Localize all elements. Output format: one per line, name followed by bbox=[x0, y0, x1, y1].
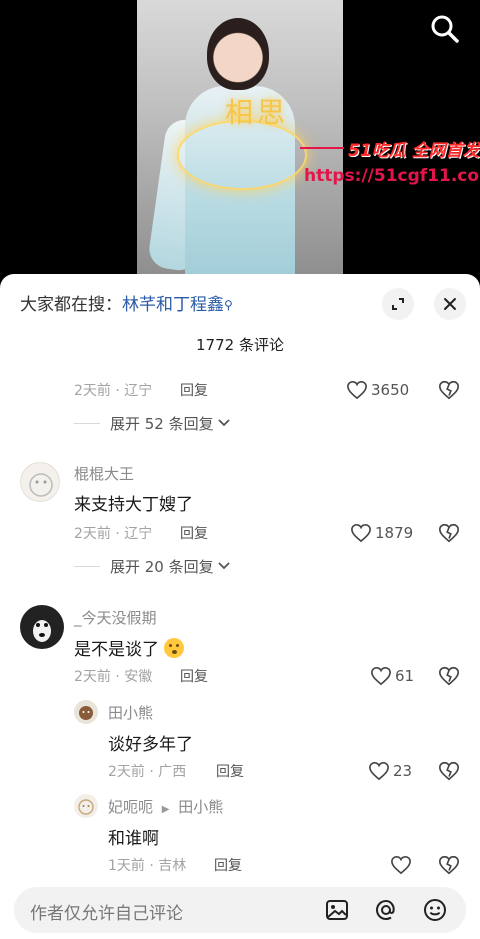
divider bbox=[74, 422, 100, 424]
reply-text: 谈好多年了 bbox=[108, 735, 193, 755]
heart-icon bbox=[371, 666, 391, 686]
watermark: 51吃瓜 全网首发 https://51cgf11.com bbox=[300, 134, 480, 194]
emoji-icon[interactable] bbox=[423, 898, 447, 922]
reply-author-line: 妃呃呃 ▶ 田小熊 bbox=[108, 796, 223, 817]
reply-target[interactable]: 田小熊 bbox=[178, 798, 223, 816]
broken-heart-icon[interactable] bbox=[438, 522, 460, 544]
expand-button[interactable] bbox=[382, 288, 414, 320]
close-button[interactable] bbox=[434, 288, 466, 320]
trending-search[interactable]: 大家都在搜：林芊和丁程鑫⚲ bbox=[20, 294, 233, 316]
avatar-drawing bbox=[78, 799, 94, 815]
image-icon[interactable] bbox=[325, 898, 349, 922]
reply-button[interactable]: 回复 bbox=[180, 523, 208, 543]
comment-text-body: 是不是谈了 bbox=[74, 640, 159, 660]
like-count: 61 bbox=[395, 667, 415, 685]
trending-keyword[interactable]: 林芊和丁程鑫 bbox=[122, 295, 224, 315]
broken-heart-icon[interactable] bbox=[438, 854, 460, 876]
broken-heart-icon[interactable] bbox=[438, 665, 460, 687]
comment-meta: 2天前 · 安徽 bbox=[74, 669, 153, 685]
like-button[interactable]: 61 bbox=[370, 665, 414, 687]
close-icon bbox=[444, 298, 456, 310]
comment-input-bar[interactable]: 作者仅允许自己评论 bbox=[14, 887, 466, 933]
reply-button[interactable]: 回复 bbox=[180, 666, 208, 686]
avatar[interactable] bbox=[74, 794, 98, 818]
expand-label: 展开 20 条回复 bbox=[110, 557, 214, 576]
reply-button[interactable]: 回复 bbox=[180, 380, 208, 400]
glow-ring bbox=[177, 120, 307, 190]
avatar[interactable] bbox=[20, 605, 64, 649]
watermark-url: https://51cgf11.com bbox=[304, 166, 480, 186]
reply-author[interactable]: 田小熊 bbox=[108, 702, 153, 723]
like-button[interactable]: 23 bbox=[368, 760, 412, 782]
reply-button[interactable]: 回复 bbox=[214, 855, 242, 875]
reply-meta: 2天前 · 广西 bbox=[108, 764, 187, 780]
like-count: 3650 bbox=[371, 381, 410, 399]
broken-heart-icon[interactable] bbox=[438, 760, 460, 782]
video-overlay-text: 相思 bbox=[225, 96, 290, 129]
heart-icon bbox=[369, 761, 389, 781]
divider bbox=[74, 565, 100, 567]
comment-sheet: 大家都在搜：林芊和丁程鑫⚲ 1772 条评论 bbox=[0, 274, 480, 939]
avatar[interactable] bbox=[74, 700, 98, 724]
like-count: 23 bbox=[393, 762, 413, 780]
avatar[interactable] bbox=[20, 462, 60, 502]
sheet-header: 大家都在搜：林芊和丁程鑫⚲ bbox=[0, 274, 480, 334]
expand-replies[interactable]: 展开 52 条回复 bbox=[74, 413, 230, 433]
reply-meta: 1天前 · 吉林 bbox=[108, 858, 187, 874]
comment-count: 1772 条评论 bbox=[196, 336, 284, 354]
comment-author[interactable]: 棍棍大王 bbox=[74, 463, 134, 484]
like-button[interactable]: 1879 bbox=[350, 522, 413, 544]
comment-author[interactable]: _今天没假期 bbox=[74, 607, 157, 628]
broken-heart-icon[interactable] bbox=[438, 379, 460, 401]
figure-head bbox=[207, 18, 269, 90]
expand-icon bbox=[392, 298, 404, 310]
expand-replies[interactable]: 展开 20 条回复 bbox=[74, 556, 230, 576]
expand-label: 展开 52 条回复 bbox=[110, 414, 214, 433]
at-icon[interactable] bbox=[374, 898, 398, 922]
reply-button[interactable]: 回复 bbox=[216, 761, 244, 781]
avatar-drawing bbox=[29, 473, 53, 497]
avatar-drawing bbox=[33, 620, 51, 642]
comment-input-placeholder[interactable]: 作者仅允许自己评论 bbox=[30, 899, 183, 924]
search-small-icon: ⚲ bbox=[224, 298, 233, 312]
avatar-drawing bbox=[79, 706, 93, 720]
heart-icon bbox=[351, 523, 371, 543]
comment-text: 是不是谈了 bbox=[74, 635, 185, 660]
search-icon bbox=[431, 15, 459, 43]
play-arrow-icon: ▶ bbox=[161, 804, 170, 815]
heart-icon bbox=[347, 380, 367, 400]
search-button[interactable] bbox=[428, 12, 462, 46]
like-count: 1879 bbox=[375, 524, 414, 542]
heart-icon[interactable] bbox=[390, 855, 412, 875]
thinking-emoji-icon bbox=[164, 638, 185, 658]
watermark-arrow bbox=[300, 147, 344, 149]
like-button[interactable]: 3650 bbox=[346, 379, 409, 401]
comment-text: 来支持大丁嫂了 bbox=[74, 495, 193, 515]
chevron-down-icon bbox=[217, 562, 230, 570]
reply-author[interactable]: 妃呃呃 bbox=[108, 798, 153, 816]
comment-meta: 2天前 · 辽宁 bbox=[74, 383, 153, 399]
chevron-down-icon bbox=[217, 419, 230, 427]
reply-text: 和谁啊 bbox=[108, 829, 159, 849]
watermark-brand: 51吃瓜 全网首发 bbox=[348, 141, 480, 161]
comment-meta: 2天前 · 辽宁 bbox=[74, 526, 153, 542]
trending-prefix: 大家都在搜： bbox=[20, 295, 122, 315]
